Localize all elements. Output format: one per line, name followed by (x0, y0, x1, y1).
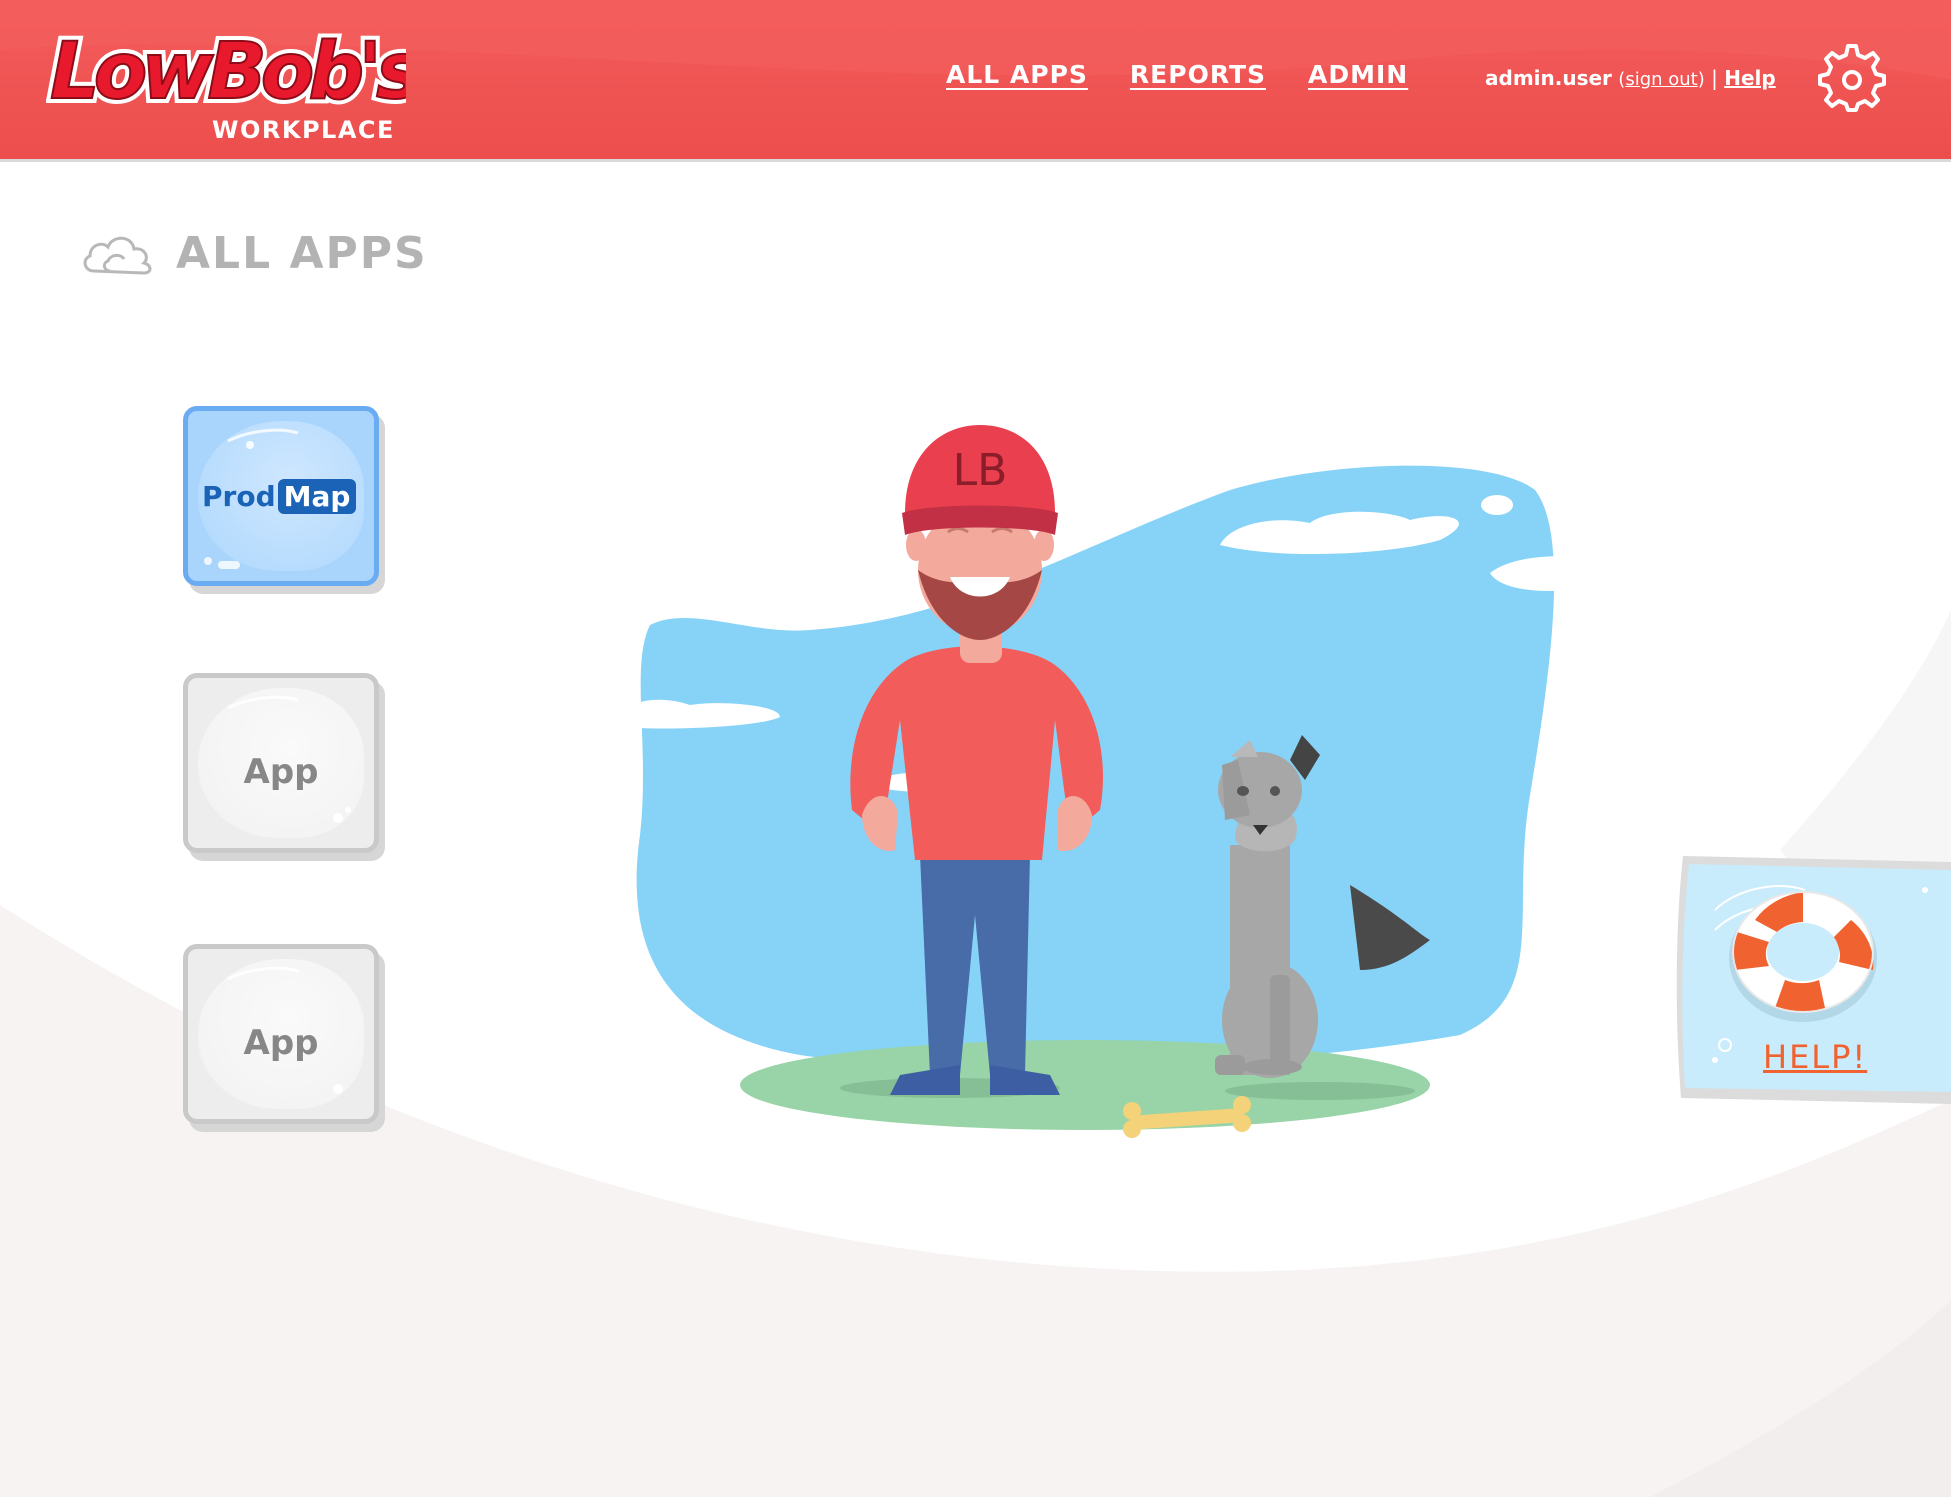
app-tile-prodmap[interactable]: Prod Map (183, 406, 385, 594)
username: admin.user (1485, 66, 1612, 90)
page-title-text: ALL APPS (176, 228, 428, 279)
help-card-label: HELP! (1763, 1038, 1868, 1076)
app-label: App (243, 752, 319, 792)
logo-subtitle: WORKPLACE (212, 116, 395, 144)
logo-text-outline: LowBob's (50, 27, 406, 112)
nav-all-apps[interactable]: ALL APPS (946, 60, 1088, 89)
mascot-illustration: LB (630, 425, 1570, 1138)
page-title: ALL APPS (80, 228, 428, 279)
logo-wordmark: LowBob's LowBob's (46, 22, 406, 112)
sign-out-link[interactable]: sign out (1625, 69, 1697, 90)
cap-text: LB (953, 445, 1008, 496)
cloud-icon (83, 236, 152, 275)
user-info: admin.user (sign out) | Help (1485, 66, 1776, 90)
lowbobs-logo[interactable]: LowBob's LowBob's WORKPLACE (46, 22, 406, 147)
app-label: App (243, 1023, 319, 1063)
help-card[interactable]: HELP! (1675, 850, 1951, 1104)
main-nav: ALL APPS REPORTS ADMIN (946, 60, 1408, 89)
prodmap-part1: Prod (202, 480, 276, 513)
app-tile-3[interactable]: App (183, 944, 385, 1132)
paren-close: ) (1697, 69, 1705, 90)
prodmap-part2: Map (277, 479, 357, 514)
app-tile-2[interactable]: App (183, 673, 385, 861)
help-link[interactable]: Help (1724, 66, 1775, 90)
tile-face: App (183, 673, 379, 853)
nav-admin[interactable]: ADMIN (1308, 60, 1408, 89)
nav-reports[interactable]: REPORTS (1130, 60, 1266, 89)
separator: | (1711, 66, 1718, 90)
top-header: LowBob's LowBob's WORKPLACE ALL APPS REP… (0, 0, 1951, 162)
tile-face: App (183, 944, 379, 1124)
tile-face: Prod Map (183, 406, 379, 586)
lifebuoy-icon (1729, 891, 1877, 1022)
gear-icon[interactable] (1818, 44, 1886, 112)
prodmap-logo: Prod Map (202, 479, 357, 514)
